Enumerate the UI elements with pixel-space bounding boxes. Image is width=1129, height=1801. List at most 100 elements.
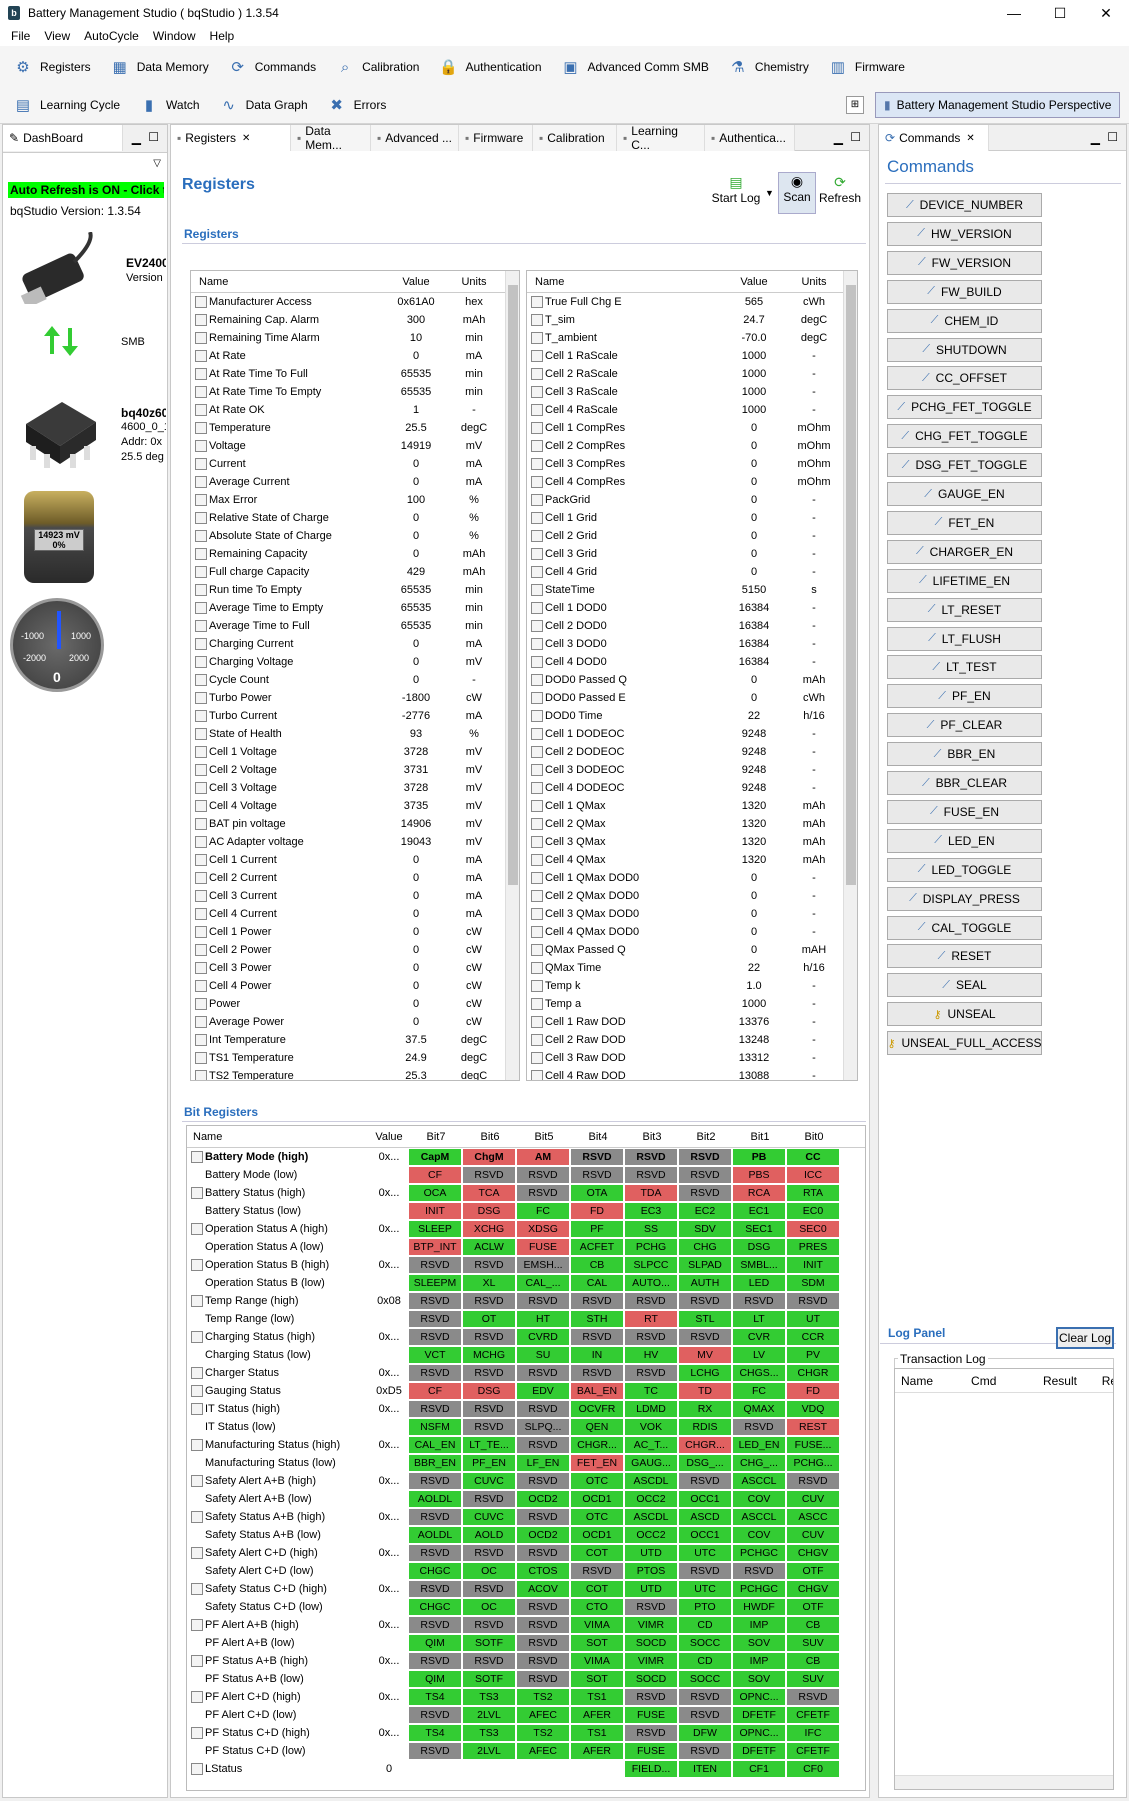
bit-flag[interactable]: AFEC <box>517 1743 569 1759</box>
bit-flag[interactable]: XDSG <box>517 1221 569 1237</box>
bit-flag[interactable]: COV <box>733 1491 785 1507</box>
bit-flag[interactable]: ASCDL <box>625 1473 677 1489</box>
bit-flag[interactable]: SOTF <box>463 1635 515 1651</box>
bit-flag[interactable]: LT_TE... <box>463 1437 515 1453</box>
register-row[interactable]: AC Adapter voltage 19043 mV <box>191 833 519 851</box>
bit-flag[interactable]: MV <box>679 1347 731 1363</box>
bit-flag[interactable]: AFER <box>571 1707 623 1723</box>
bit-flag[interactable]: AC_T... <box>625 1437 677 1453</box>
register-row[interactable]: Cell 4 Raw DOD 13088 - <box>527 1067 857 1080</box>
bit-flag[interactable]: PF <box>571 1221 623 1237</box>
bit-flag[interactable]: FC <box>517 1203 569 1219</box>
command-unseal-button[interactable]: ⚷ UNSEAL <box>887 1002 1042 1027</box>
bit-flag[interactable]: AFEC <box>517 1707 569 1723</box>
bit-flag[interactable]: FUSE <box>625 1743 677 1759</box>
bit-flag[interactable]: RSVD <box>409 1509 461 1525</box>
toolbar-registers-button[interactable]: ⚙ Registers <box>10 54 90 80</box>
bit-flag[interactable]: RSVD <box>517 1167 569 1183</box>
bit-flag[interactable]: PCHG... <box>787 1455 839 1471</box>
register-row[interactable]: Remaining Time Alarm 10 min <box>191 329 519 347</box>
command-lifetime-en-button[interactable]: ⟋ LIFETIME_EN <box>887 568 1042 593</box>
bit-flag[interactable]: AUTO... <box>625 1275 677 1291</box>
bit-flag[interactable]: DFETF <box>733 1743 785 1759</box>
close-button[interactable]: ✕ <box>1083 0 1129 26</box>
bit-flag[interactable]: FUSE <box>625 1707 677 1723</box>
bit-column-header[interactable]: Bit0 <box>787 1131 841 1143</box>
register-row[interactable]: Cell 1 CompRes 0 mOhm <box>527 419 857 437</box>
bit-flag[interactable]: VDQ <box>787 1401 839 1417</box>
bit-flag[interactable]: RSVD <box>625 1329 677 1345</box>
bit-flag[interactable]: 2LVL <box>463 1743 515 1759</box>
register-row[interactable]: At Rate OK 1 - <box>191 401 519 419</box>
bit-flag[interactable]: INIT <box>787 1257 839 1273</box>
bit-flag[interactable]: RSVD <box>679 1473 731 1489</box>
bit-flag[interactable]: RSVD <box>625 1167 677 1183</box>
bit-register-row[interactable]: Battery Status (low) INIT DSG FC FD EC3 EC2 EC1… <box>187 1202 865 1220</box>
bit-flag[interactable]: RSVD <box>463 1617 515 1633</box>
register-row[interactable]: Cell 1 QMax 1320 mAh <box>527 797 857 815</box>
bit-flag[interactable]: TS4 <box>409 1725 461 1741</box>
register-row[interactable]: Cell 2 Power 0 cW <box>191 941 519 959</box>
bit-flag[interactable]: LV <box>733 1347 785 1363</box>
maximize-button[interactable]: ☐ <box>1037 0 1083 26</box>
bit-flag[interactable]: EC3 <box>625 1203 677 1219</box>
bit-register-row[interactable]: Manufacturing Status (high) 0x... CAL_EN LT… <box>187 1436 865 1454</box>
register-row[interactable]: Remaining Capacity 0 mAh <box>191 545 519 563</box>
bit-flag[interactable]: FD <box>571 1203 623 1219</box>
bit-flag[interactable]: RSVD <box>409 1311 461 1327</box>
command-pchg-fet-toggle-button[interactable]: ⟋ PCHG_FET_TOGGLE <box>887 395 1042 420</box>
bit-register-row[interactable]: Safety Alert A+B (low) AOLDL RSVD OCD2 OCD1 O… <box>187 1490 865 1508</box>
bit-flag[interactable]: DFW <box>679 1725 731 1741</box>
bit-flag[interactable]: STH <box>571 1311 623 1327</box>
bit-flag[interactable]: SLPCC <box>625 1257 677 1273</box>
bit-flag[interactable]: QMAX <box>733 1401 785 1417</box>
bit-flag[interactable]: PBS <box>733 1167 785 1183</box>
bit-register-row[interactable]: PF Status C+D (high) 0x... TS4 TS3 TS2 TS1 RSV… <box>187 1724 865 1742</box>
register-row[interactable]: Cell 4 QMax DOD0 0 - <box>527 923 857 941</box>
bit-register-row[interactable]: Safety Status A+B (low) AOLDL AOLD OCD2 OCD1… <box>187 1526 865 1544</box>
log-column-header[interactable]: Name <box>895 1374 965 1388</box>
register-row[interactable]: DOD0 Passed E 0 cWh <box>527 689 857 707</box>
register-row[interactable]: Cell 2 Current 0 mA <box>191 869 519 887</box>
command-led-en-button[interactable]: ⟋ LED_EN <box>887 828 1042 853</box>
start-log-dropdown-icon[interactable]: ▼ <box>765 188 774 198</box>
bit-flag[interactable]: SEC0 <box>787 1221 839 1237</box>
column-header-name[interactable]: Name <box>191 276 381 288</box>
bit-flag[interactable]: RSVD <box>409 1329 461 1345</box>
bit-flag[interactable]: CF <box>409 1383 461 1399</box>
bit-flag[interactable]: RSVD <box>517 1437 569 1453</box>
tab-advanced-[interactable]: ▪ Advanced ... <box>371 125 459 151</box>
bit-flag[interactable]: RCA <box>733 1185 785 1201</box>
bit-flag[interactable]: CF1 <box>733 1761 785 1777</box>
register-row[interactable]: Cell 4 QMax 1320 mAh <box>527 851 857 869</box>
bit-flag[interactable]: RSVD <box>787 1473 839 1489</box>
register-row[interactable]: True Full Chg E 565 cWh <box>527 293 857 311</box>
bit-flag[interactable]: CC <box>787 1149 839 1165</box>
bit-flag[interactable]: RX <box>679 1401 731 1417</box>
bit-flag[interactable]: RSVD <box>409 1365 461 1381</box>
bit-flag[interactable]: ACOV <box>517 1581 569 1597</box>
bit-flag[interactable]: TD <box>679 1383 731 1399</box>
bit-flag[interactable]: CD <box>679 1653 731 1669</box>
register-row[interactable]: Charging Voltage 0 mV <box>191 653 519 671</box>
command-pf-clear-button[interactable]: ⟋ PF_CLEAR <box>887 713 1042 738</box>
bit-flag[interactable]: CHGR <box>787 1365 839 1381</box>
bit-flag[interactable]: SOT <box>571 1635 623 1651</box>
bit-flag[interactable]: AOLDL <box>409 1491 461 1507</box>
bit-flag[interactable]: ACLW <box>463 1239 515 1255</box>
bit-flag[interactable]: CVR <box>733 1329 785 1345</box>
bit-flag[interactable]: RSVD <box>517 1185 569 1201</box>
register-row[interactable]: Cell 3 DOD0 16384 - <box>527 635 857 653</box>
bit-flag[interactable]: OCC1 <box>679 1527 731 1543</box>
toolbar-watch-button[interactable]: ▮ Watch <box>136 92 200 118</box>
bit-flag[interactable]: PRES <box>787 1239 839 1255</box>
bit-flag[interactable]: CFETF <box>787 1743 839 1759</box>
register-row[interactable]: BAT pin voltage 14906 mV <box>191 815 519 833</box>
menu-view[interactable]: View <box>37 29 77 43</box>
bit-column-header[interactable]: Value <box>369 1131 409 1143</box>
bit-flag[interactable]: ACFET <box>571 1239 623 1255</box>
bit-flag[interactable]: OPNC... <box>733 1689 785 1705</box>
toolbar-chemistry-button[interactable]: ⚗ Chemistry <box>725 54 809 80</box>
bit-flag[interactable]: RSVD <box>517 1473 569 1489</box>
bit-flag[interactable]: TS3 <box>463 1689 515 1705</box>
